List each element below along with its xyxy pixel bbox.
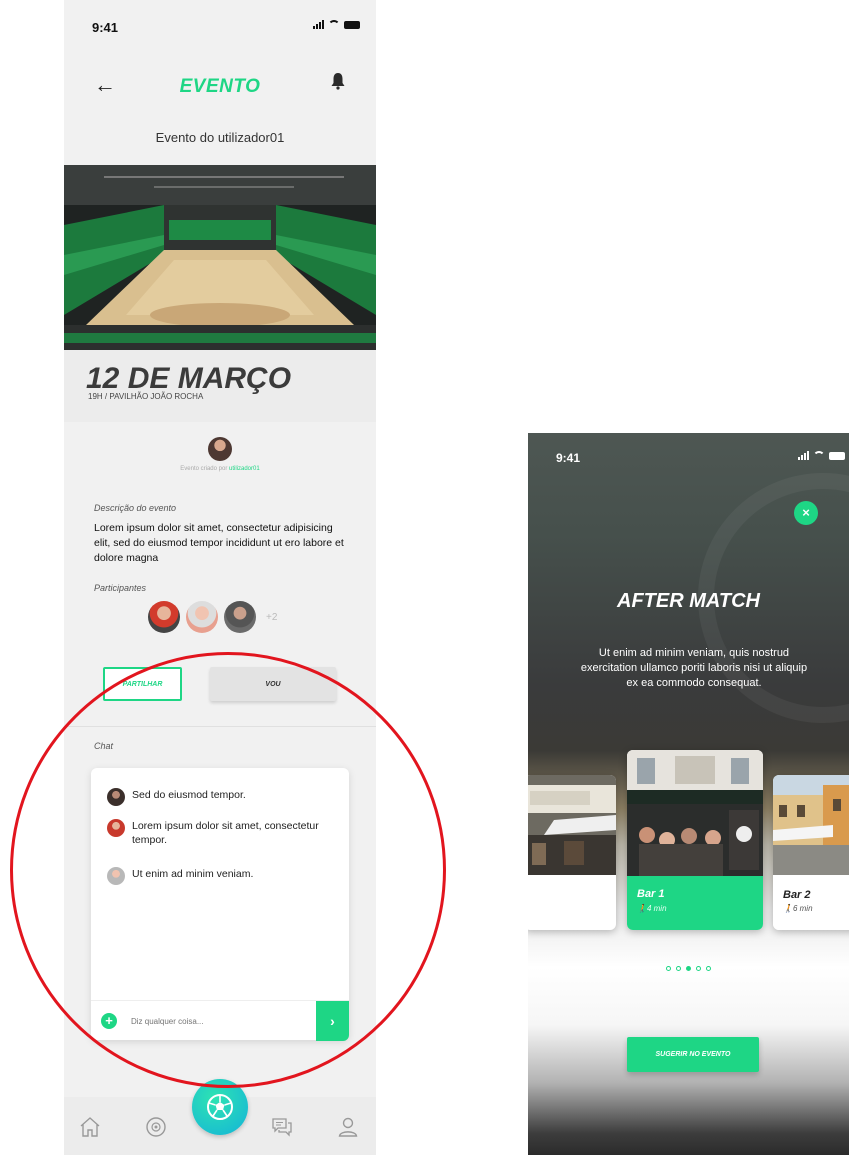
bottom-tab-bar <box>64 1079 376 1155</box>
chat-label: Chat <box>94 741 114 751</box>
wifi-icon <box>328 20 340 29</box>
bell-icon[interactable] <box>330 72 346 90</box>
creator-line: Evento criado por utilizador01 <box>64 466 376 472</box>
add-attachment-button[interactable]: + <box>101 1013 117 1029</box>
creator-avatar[interactable] <box>208 437 232 461</box>
signal-icon <box>798 451 809 460</box>
chat-message-text: Lorem ipsum dolor sit amet, consectetur … <box>132 820 319 846</box>
participants-list: +2 <box>148 601 277 633</box>
carousel-dot[interactable] <box>686 966 691 971</box>
bar-walk-time: 🚶6 min <box>783 904 813 913</box>
bar-name: Bar 1 <box>637 888 665 900</box>
bar-card-previous[interactable] <box>528 775 616 930</box>
event-owner-title: Evento do utilizador01 <box>155 130 285 145</box>
status-icons <box>313 20 360 29</box>
bar-info-panel: Bar 2 🚶6 min <box>773 875 849 930</box>
share-button[interactable]: PARTILHAR <box>103 667 182 701</box>
status-time: 9:41 <box>556 451 581 465</box>
bar-walk-time-value: 6 min <box>792 904 813 913</box>
bar-card-active[interactable]: Bar 1 🚶4 min <box>627 750 763 930</box>
after-match-screen: 9:41 × AFTER MATCH Ut enim ad minim veni… <box>528 433 849 1155</box>
wifi-icon <box>813 451 825 460</box>
chat-message: Lorem ipsum dolor sit amet, consectetur … <box>107 819 322 847</box>
chat-message-text: Ut enim ad minim veniam. <box>132 868 254 880</box>
chat-avatar <box>107 788 125 806</box>
carousel-pagination <box>528 966 849 971</box>
event-time-place: 19H / PAVILHÃO JOÃO ROCHA <box>88 392 204 401</box>
bar-info-panel: Bar 1 🚶4 min <box>627 876 763 930</box>
participants-label: Participantes <box>94 583 147 593</box>
chat-avatar <box>107 867 125 885</box>
home-icon[interactable] <box>78 1115 102 1139</box>
send-button[interactable]: › <box>316 1001 349 1041</box>
chat-input-bar: + › <box>91 1000 349 1041</box>
battery-icon <box>344 21 360 29</box>
event-date-block: 12 DE MARÇO 19H / PAVILHÃO JOÃO ROCHA <box>64 350 376 422</box>
bar-photo <box>528 775 616 875</box>
participant-avatar[interactable] <box>148 601 180 633</box>
chat-message: Ut enim ad minim veniam. <box>107 867 322 885</box>
chat-avatar <box>107 819 125 837</box>
bar-name: Bar 2 <box>783 889 811 901</box>
after-match-description: Ut enim ad minim veniam, quis nostrud ex… <box>580 647 808 689</box>
event-date: 12 DE MARÇO <box>86 362 292 395</box>
participants-more-count[interactable]: +2 <box>266 612 277 623</box>
signal-icon <box>313 20 324 29</box>
chat-input[interactable] <box>131 1013 301 1029</box>
bar-photo <box>627 750 763 876</box>
close-button[interactable]: × <box>794 501 818 525</box>
event-description: Lorem ipsum dolor sit amet, consectetur … <box>94 522 344 564</box>
chat-message-text: Sed do eiusmod tempor. <box>132 789 246 801</box>
status-bar: 9:41 <box>64 0 376 50</box>
chat-panel: Sed do eiusmod tempor. Lorem ipsum dolor… <box>91 768 349 1041</box>
chat-message: Sed do eiusmod tempor. <box>107 788 322 806</box>
carousel-dot[interactable] <box>696 966 701 971</box>
explore-icon[interactable] <box>144 1115 168 1139</box>
carousel-dot[interactable] <box>676 966 681 971</box>
ball-icon <box>207 1094 233 1120</box>
event-screen: 9:41 ← EVENTO Evento do utilizador01 12 … <box>64 0 376 1155</box>
bar-card-next[interactable]: Bar 2 🚶6 min <box>773 775 849 930</box>
creator-username[interactable]: utilizador01 <box>229 466 260 472</box>
bar-walk-time-value: 4 min <box>646 904 667 913</box>
battery-icon <box>829 452 845 460</box>
after-match-title: AFTER MATCH <box>617 590 760 612</box>
profile-icon[interactable] <box>336 1115 360 1139</box>
divider <box>64 726 376 727</box>
top-bar: ← EVENTO <box>64 66 376 106</box>
description-label: Descrição do evento <box>94 503 177 513</box>
status-icons <box>798 451 845 460</box>
carousel-dot[interactable] <box>666 966 671 971</box>
participant-avatar[interactable] <box>186 601 218 633</box>
status-time: 9:41 <box>92 20 119 35</box>
going-button[interactable]: VOU <box>210 667 336 701</box>
creator-prefix: Evento criado por <box>180 466 228 472</box>
suggest-in-event-button[interactable]: SUGERIR NO EVENTO <box>627 1037 759 1072</box>
bar-photo <box>773 775 849 875</box>
carousel-dot[interactable] <box>706 966 711 971</box>
chat-icon[interactable] <box>270 1115 294 1139</box>
bar-walk-time: 🚶4 min <box>637 904 667 913</box>
ball-tab-button[interactable] <box>192 1079 248 1135</box>
arena-photo <box>64 165 376 350</box>
participant-avatar[interactable] <box>224 601 256 633</box>
